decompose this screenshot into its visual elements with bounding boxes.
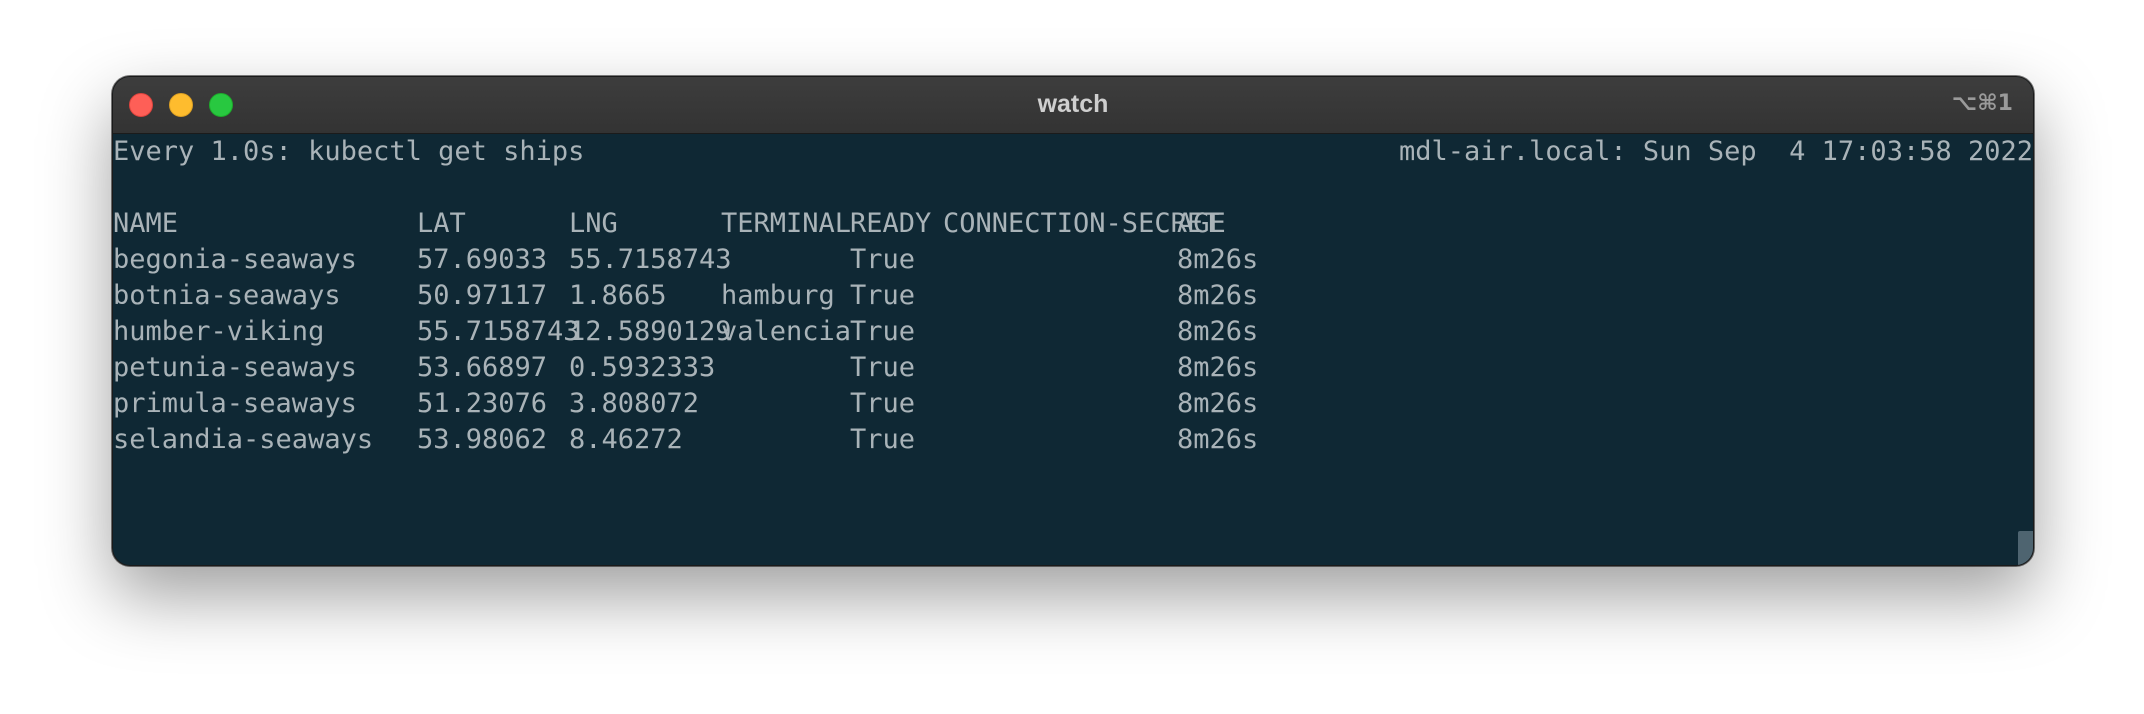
table-cell: primula-seaways: [113, 388, 357, 419]
terminal-window: watch ⌥⌘1 Every 1.0s: kubectl get ships …: [112, 76, 2034, 566]
table-cell: True: [850, 280, 916, 311]
table-cell: 8m26s: [1177, 388, 1259, 419]
table-cell: 53.98062: [417, 424, 548, 455]
column-header: AGE: [1177, 208, 1226, 239]
column-header: TERMINAL: [721, 208, 852, 239]
watch-command: Every 1.0s: kubectl get ships: [113, 136, 585, 167]
table-cell: 8m26s: [1177, 424, 1259, 455]
table-cell: begonia-seaways: [113, 244, 357, 275]
table-cell: True: [850, 316, 916, 347]
column-header: LAT: [417, 208, 466, 239]
table-cell: 8m26s: [1177, 352, 1259, 383]
table-cell: True: [850, 424, 916, 455]
watch-host-time: mdl-air.local: Sun Sep 4 17:03:58 2022: [1399, 136, 2033, 167]
table-cell: petunia-seaways: [113, 352, 357, 383]
column-header: LNG: [569, 208, 618, 239]
table-cell: 8m26s: [1177, 244, 1259, 275]
table-cell: 0.5932333: [569, 352, 716, 383]
table-cell: 57.69033: [417, 244, 548, 275]
table-cell: 55.7158743: [417, 316, 580, 347]
table-cell: selandia-seaways: [113, 424, 374, 455]
table-cell: valencia: [721, 316, 852, 347]
table-cell: True: [850, 388, 916, 419]
tab-shortcut-label: ⌥⌘1: [1951, 91, 2013, 116]
table-cell: True: [850, 352, 916, 383]
title-bar: watch ⌥⌘1: [113, 77, 2033, 134]
table-cell: botnia-seaways: [113, 280, 341, 311]
table-cell: hamburg: [721, 280, 835, 311]
table-cell: 8m26s: [1177, 280, 1259, 311]
table-cell: humber-viking: [113, 316, 325, 347]
table-cell: 55.7158743: [569, 244, 732, 275]
column-header: NAME: [113, 208, 179, 239]
table-cell: True: [850, 244, 916, 275]
table-cell: 3.808072: [569, 388, 700, 419]
scrollbar-thumb[interactable]: [2018, 531, 2033, 565]
column-header: READY: [850, 208, 932, 239]
table-cell: 8.46272: [569, 424, 683, 455]
terminal-output[interactable]: Every 1.0s: kubectl get ships mdl-air.lo…: [113, 134, 2033, 565]
window-title: watch: [1037, 90, 1109, 118]
table-cell: 8m26s: [1177, 316, 1259, 347]
table-cell: 50.97117: [417, 280, 548, 311]
table-cell: 1.8665: [569, 280, 667, 311]
table-cell: 53.66897: [417, 352, 548, 383]
table-cell: 12.5890129: [569, 316, 732, 347]
table-cell: 51.23076: [417, 388, 548, 419]
